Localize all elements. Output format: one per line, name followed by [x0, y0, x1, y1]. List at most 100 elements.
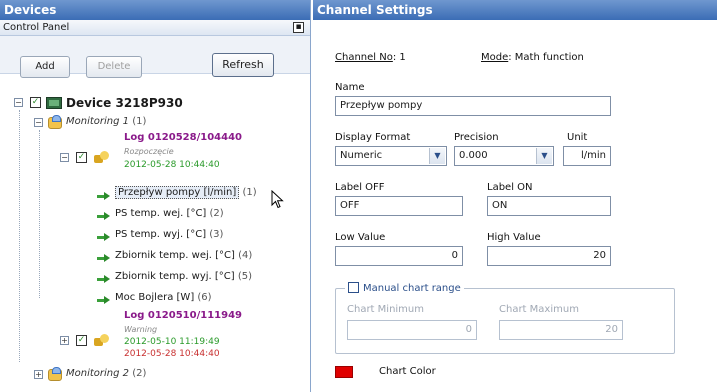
tree-channel[interactable]: Zbiornik temp. wej. [°C] (4): [115, 249, 252, 263]
channel-2-index: (2): [209, 208, 224, 219]
control-panel-label: Control Panel: [3, 22, 70, 33]
add-button[interactable]: Add: [20, 56, 70, 78]
channel-2-label: PS temp. wej. [°C]: [115, 208, 207, 219]
collapse-icon[interactable]: ▪: [293, 22, 304, 33]
mouse-cursor-icon: [271, 190, 284, 209]
channel-icon: [97, 274, 111, 284]
channel-1-index: (1): [242, 187, 257, 198]
channel-no: Channel No: 1: [335, 52, 406, 63]
log-1-state: Rozpoczęcie: [124, 147, 174, 156]
low-value-label: Low Value: [335, 232, 386, 243]
chart-min-label: Chart Minimum: [347, 304, 425, 315]
devices-panel-title: Devices: [0, 0, 310, 20]
channel-icon: [97, 253, 111, 263]
label-off-label: Label OFF: [335, 182, 385, 193]
manual-chart-range-checkbox[interactable]: [348, 282, 359, 293]
mode: Mode: Math function: [481, 52, 584, 63]
tree-channel[interactable]: Zbiornik temp. wyj. [°C] (5): [115, 270, 252, 284]
channel-3-index: (3): [209, 229, 224, 240]
button-bar: Add Delete Refresh: [0, 36, 310, 78]
channel-icon: [97, 191, 111, 201]
name-label: Name: [335, 82, 365, 93]
tree-channel[interactable]: PS temp. wej. [°C] (2): [115, 207, 224, 221]
channel-icon: [97, 232, 111, 242]
device-icon: [46, 97, 62, 109]
channel-no-value: : 1: [392, 52, 406, 63]
log-icon: [94, 151, 110, 163]
label-on-label: Label ON: [487, 182, 533, 193]
precision-label: Precision: [454, 132, 499, 143]
chevron-down-icon[interactable]: ▼: [429, 148, 445, 164]
channel-no-label: Channel No: [335, 52, 393, 63]
log-1-checkbox[interactable]: ✓: [76, 152, 87, 163]
precision-value: 0.000: [459, 150, 488, 161]
refresh-button[interactable]: Refresh: [212, 53, 274, 77]
tree-channel[interactable]: PS temp. wyj. [°C] (3): [115, 228, 223, 242]
log-2-timestamp-end: 2012-05-28 10:44:40: [124, 349, 220, 359]
expand-monitoring2-icon[interactable]: +: [34, 370, 43, 379]
chart-max-label: Chart Maximum: [499, 304, 579, 315]
tree-channel[interactable]: Moc Bojlera [W] (6): [115, 291, 212, 305]
mode-label: Mode: [481, 52, 509, 63]
collapse-device-icon[interactable]: −: [14, 98, 23, 107]
delete-button[interactable]: Delete: [86, 56, 142, 78]
unit-input[interactable]: l/min: [563, 146, 611, 166]
log-icon: [94, 334, 110, 346]
channel-settings-form: Channel No: 1 Mode: Math function Name P…: [313, 20, 717, 392]
chevron-down-icon[interactable]: ▼: [536, 148, 552, 164]
collapse-log1-icon[interactable]: −: [60, 153, 69, 162]
channel-settings-panel: Channel Settings Channel No: 1 Mode: Mat…: [313, 0, 717, 392]
low-value-input[interactable]: 0: [335, 246, 463, 266]
channel-6-label: Moc Bojlera [W]: [115, 292, 195, 303]
monitoring-1-count: (1): [132, 116, 147, 127]
monitoring-icon: [48, 115, 62, 129]
channel-5-label: Zbiornik temp. wyj. [°C]: [115, 271, 235, 282]
channel-1-label: Przepływ pompy [l/min]: [115, 186, 240, 199]
channel-4-index: (4): [238, 250, 253, 261]
channel-settings-title: Channel Settings: [313, 0, 717, 20]
label-off-input[interactable]: OFF: [335, 196, 463, 216]
display-format-select[interactable]: Numeric ▼: [335, 146, 447, 166]
precision-select[interactable]: 0.000 ▼: [454, 146, 554, 166]
tree-line: [39, 130, 40, 298]
mode-value: : Math function: [508, 52, 584, 63]
chart-color-label: Chart Color: [379, 366, 436, 377]
tree-device[interactable]: Device 3218P930: [66, 96, 183, 110]
log-1-timestamp: 2012-05-28 10:44:40: [124, 160, 220, 170]
expand-log2-icon[interactable]: +: [60, 336, 69, 345]
collapse-monitoring1-icon[interactable]: −: [34, 118, 43, 127]
monitoring-2-label: Monitoring 2: [66, 368, 130, 379]
label-on-input[interactable]: ON: [487, 196, 611, 216]
display-format-label: Display Format: [335, 132, 411, 143]
monitoring-2-count: (2): [132, 368, 147, 379]
tree-monitoring-1[interactable]: Monitoring 1 (1): [66, 115, 146, 129]
manual-chart-range-label: Manual chart range: [363, 283, 461, 294]
monitoring-1-label: Monitoring 1: [66, 116, 130, 127]
tree-monitoring-2[interactable]: Monitoring 2 (2): [66, 367, 146, 381]
device-checkbox[interactable]: ✓: [30, 97, 41, 108]
tree-channel-selected[interactable]: Przepływ pompy [l/min] (1): [115, 186, 257, 200]
channel-5-index: (5): [237, 271, 253, 282]
channel-icon: [97, 295, 111, 305]
monitoring-icon: [48, 367, 62, 381]
channel-icon: [97, 211, 111, 221]
unit-label: Unit: [567, 132, 588, 143]
high-value-label: High Value: [487, 232, 541, 243]
high-value-input[interactable]: 20: [487, 246, 611, 266]
tree-line: [19, 110, 20, 362]
channel-3-label: PS temp. wyj. [°C]: [115, 229, 207, 240]
chart-min-input[interactable]: 0: [347, 320, 477, 340]
log-1-name[interactable]: Log 0120528/104440: [124, 131, 242, 145]
display-format-value: Numeric: [340, 150, 383, 161]
channel-4-label: Zbiornik temp. wej. [°C]: [115, 250, 235, 261]
log-2-checkbox[interactable]: ✓: [76, 335, 87, 346]
channel-6-index: (6): [197, 292, 212, 303]
manual-chart-range-legend[interactable]: Manual chart range: [345, 282, 464, 294]
log-2-name[interactable]: Log 0120510/111949: [124, 309, 242, 323]
devices-panel: Devices Control Panel ▪ Add Delete Refre…: [0, 0, 311, 392]
chart-color-swatch[interactable]: [335, 366, 353, 378]
device-tree: − ✓ Device 3218P930 − Monitoring 1 (1) L…: [0, 96, 310, 392]
control-panel-header: Control Panel ▪: [0, 20, 310, 36]
name-input[interactable]: Przepływ pompy: [335, 96, 611, 116]
chart-max-input[interactable]: 20: [499, 320, 623, 340]
